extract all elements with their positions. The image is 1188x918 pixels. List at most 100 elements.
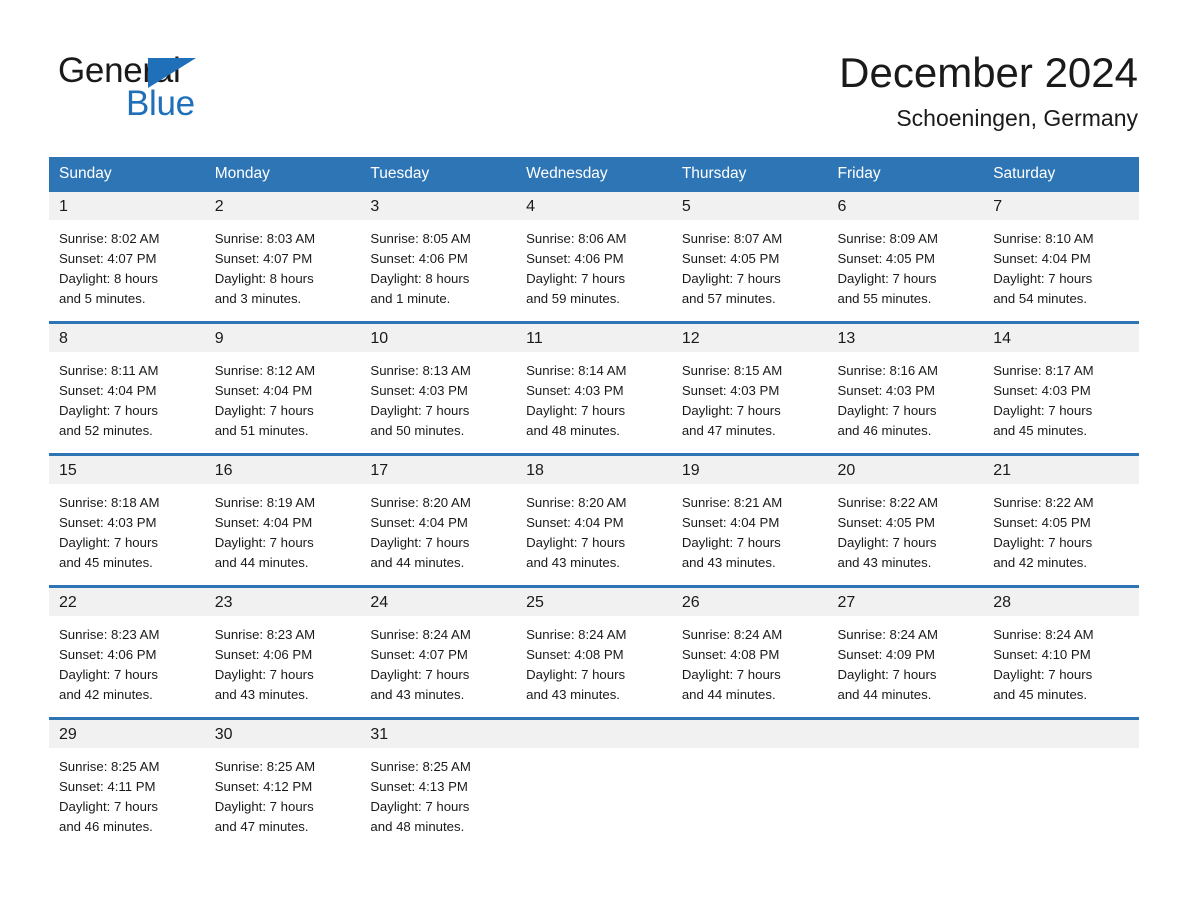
- calendar-day-cell: 6 Sunrise: 8:09 AM Sunset: 4:05 PM Daylight…: [827, 192, 984, 323]
- calendar-day-cell: 14 Sunrise: 8:17 AM Sunset: 4:03 PM Dayligh…: [983, 321, 1139, 455]
- daylight-duration-line1: Daylight: 7 hours: [214, 667, 314, 682]
- daylight-duration-line1: Daylight: 7 hours: [993, 403, 1093, 418]
- day-cell[interactable]: 7 Sunrise: 8:10 AM Sunset: 4:04 PM Daylight…: [983, 192, 1139, 321]
- calendar-day-cell: 5 Sunrise: 8:07 AM Sunset: 4:05 PM Daylight…: [671, 192, 828, 323]
- logo-text-blue: Blue: [126, 84, 195, 123]
- day-cell[interactable]: 18 Sunrise: 8:20 AM Sunset: 4:04 PM Dayligh…: [516, 456, 672, 585]
- day-details: Sunrise: 8:23 AM Sunset: 4:06 PM Daylight:…: [205, 616, 361, 705]
- daylight-duration-line2: and 48 minutes.: [370, 819, 465, 834]
- sunrise-time: Sunrise: 8:20 AM: [370, 495, 471, 510]
- day-cell[interactable]: 8 Sunrise: 8:11 AM Sunset: 4:04 PM Daylight…: [49, 324, 205, 453]
- day-cell[interactable]: 31 Sunrise: 8:25 AM Sunset: 4:13 PM Dayligh…: [360, 720, 517, 849]
- day-cell[interactable]: 19 Sunrise: 8:21 AM Sunset: 4:04 PM Dayligh…: [671, 456, 828, 585]
- day-details: Sunrise: 8:20 AM Sunset: 4:04 PM Daylight:…: [516, 484, 672, 573]
- day-cell[interactable]: 9 Sunrise: 8:12 AM Sunset: 4:04 PM Daylight…: [204, 324, 361, 453]
- day-number: [983, 720, 1139, 748]
- day-cell[interactable]: 13 Sunrise: 8:16 AM Sunset: 4:03 PM Dayligh…: [827, 324, 984, 453]
- daylight-duration-line1: Daylight: 7 hours: [59, 403, 158, 418]
- daylight-duration-line1: Daylight: 7 hours: [681, 271, 781, 286]
- day-number: 1: [49, 192, 205, 220]
- calendar-day-cell: 22 Sunrise: 8:23 AM Sunset: 4:06 PM Dayligh…: [49, 585, 205, 719]
- day-cell[interactable]: 26 Sunrise: 8:24 AM Sunset: 4:08 PM Dayligh…: [671, 588, 828, 717]
- calendar-page: General Blue December 2024 Schoeningen, …: [0, 0, 1188, 918]
- daylight-duration-line2: and 43 minutes.: [526, 555, 620, 570]
- day-cell[interactable]: 15 Sunrise: 8:18 AM Sunset: 4:03 PM Dayligh…: [49, 456, 205, 585]
- day-cell[interactable]: 10 Sunrise: 8:13 AM Sunset: 4:03 PM Dayligh…: [360, 324, 517, 453]
- day-cell[interactable]: 27 Sunrise: 8:24 AM Sunset: 4:09 PM Dayligh…: [827, 588, 984, 717]
- calendar-day-cell: 12 Sunrise: 8:15 AM Sunset: 4:03 PM Dayligh…: [671, 321, 828, 455]
- sunset-time: Sunset: 4:03 PM: [993, 383, 1091, 398]
- daylight-duration-line1: Daylight: 7 hours: [370, 799, 470, 814]
- calendar-day-cell: [671, 717, 828, 849]
- sunrise-time: Sunrise: 8:25 AM: [59, 759, 160, 774]
- daylight-duration-line2: and 57 minutes.: [681, 291, 776, 306]
- sunset-time: Sunset: 4:07 PM: [370, 647, 468, 662]
- daylight-duration-line2: and 45 minutes.: [59, 555, 153, 570]
- day-number: 15: [49, 456, 205, 484]
- sunrise-time: Sunrise: 8:22 AM: [837, 495, 938, 510]
- day-cell[interactable]: 6 Sunrise: 8:09 AM Sunset: 4:05 PM Daylight…: [827, 192, 984, 321]
- calendar-day-cell: 1 Sunrise: 8:02 AM Sunset: 4:07 PM Daylight…: [49, 192, 205, 323]
- day-cell[interactable]: 16 Sunrise: 8:19 AM Sunset: 4:04 PM Dayligh…: [204, 456, 361, 585]
- sunrise-time: Sunrise: 8:24 AM: [370, 627, 471, 642]
- day-number: 24: [360, 588, 517, 616]
- calendar-day-cell: 17 Sunrise: 8:20 AM Sunset: 4:04 PM Dayligh…: [360, 453, 517, 587]
- day-cell[interactable]: 21 Sunrise: 8:22 AM Sunset: 4:05 PM Dayligh…: [983, 456, 1139, 585]
- calendar-week-row: 8 Sunrise: 8:11 AM Sunset: 4:04 PM Daylight…: [49, 321, 1139, 455]
- day-details: Sunrise: 8:21 AM Sunset: 4:04 PM Daylight:…: [672, 484, 828, 573]
- day-cell[interactable]: 23 Sunrise: 8:23 AM Sunset: 4:06 PM Dayligh…: [204, 588, 361, 717]
- day-cell[interactable]: 25 Sunrise: 8:24 AM Sunset: 4:08 PM Dayligh…: [516, 588, 672, 717]
- day-cell[interactable]: 14 Sunrise: 8:17 AM Sunset: 4:03 PM Dayligh…: [983, 324, 1139, 453]
- day-number: 4: [516, 192, 672, 220]
- day-cell[interactable]: 29 Sunrise: 8:25 AM Sunset: 4:11 PM Dayligh…: [49, 720, 205, 849]
- day-number: 5: [671, 192, 828, 220]
- day-cell[interactable]: 4 Sunrise: 8:06 AM Sunset: 4:06 PM Daylight…: [516, 192, 672, 321]
- day-cell[interactable]: 1 Sunrise: 8:02 AM Sunset: 4:07 PM Daylight…: [49, 192, 205, 321]
- calendar-day-cell: 26 Sunrise: 8:24 AM Sunset: 4:08 PM Dayligh…: [671, 585, 828, 719]
- daylight-duration-line2: and 51 minutes.: [214, 423, 309, 438]
- daylight-duration-line2: and 43 minutes.: [837, 555, 932, 570]
- sunrise-time: Sunrise: 8:06 AM: [526, 231, 627, 246]
- day-cell[interactable]: 22 Sunrise: 8:23 AM Sunset: 4:06 PM Dayligh…: [49, 588, 205, 717]
- daylight-duration-line2: and 3 minutes.: [214, 291, 302, 306]
- calendar-day-cell: 21 Sunrise: 8:22 AM Sunset: 4:05 PM Dayligh…: [983, 453, 1139, 587]
- day-cell[interactable]: 11 Sunrise: 8:14 AM Sunset: 4:03 PM Dayligh…: [516, 324, 672, 453]
- day-cell[interactable]: 5 Sunrise: 8:07 AM Sunset: 4:05 PM Daylight…: [671, 192, 828, 321]
- sunrise-time: Sunrise: 8:23 AM: [59, 627, 160, 642]
- sunrise-time: Sunrise: 8:24 AM: [837, 627, 938, 642]
- day-cell[interactable]: 3 Sunrise: 8:05 AM Sunset: 4:06 PM Daylight…: [360, 192, 517, 321]
- daylight-duration-line2: and 46 minutes.: [59, 819, 153, 834]
- day-cell[interactable]: 17 Sunrise: 8:20 AM Sunset: 4:04 PM Dayligh…: [360, 456, 517, 585]
- daylight-duration-line1: Daylight: 7 hours: [214, 799, 314, 814]
- day-details: Sunrise: 8:09 AM Sunset: 4:05 PM Daylight:…: [828, 220, 984, 309]
- day-cell[interactable]: 24 Sunrise: 8:24 AM Sunset: 4:07 PM Dayligh…: [360, 588, 517, 717]
- day-details: Sunrise: 8:20 AM Sunset: 4:04 PM Daylight:…: [360, 484, 516, 573]
- daylight-duration-line2: and 59 minutes.: [526, 291, 620, 306]
- page-header: General Blue December 2024 Schoeningen, …: [0, 0, 1188, 155]
- sunset-time: Sunset: 4:04 PM: [214, 383, 313, 398]
- day-number: [671, 720, 828, 748]
- day-cell[interactable]: 2 Sunrise: 8:03 AM Sunset: 4:07 PM Daylight…: [204, 192, 361, 321]
- sunset-time: Sunset: 4:03 PM: [837, 383, 936, 398]
- day-details: Sunrise: 8:03 AM Sunset: 4:07 PM Daylight:…: [205, 220, 361, 309]
- calendar-day-cell: [516, 717, 672, 849]
- daylight-duration-line1: Daylight: 7 hours: [681, 535, 781, 550]
- sunrise-time: Sunrise: 8:24 AM: [526, 627, 627, 642]
- calendar-header-row: Sunday Monday Tuesday Wednesday Thursday Frid…: [49, 157, 1139, 192]
- daylight-duration-line1: Daylight: 7 hours: [214, 403, 314, 418]
- day-cell[interactable]: 28 Sunrise: 8:24 AM Sunset: 4:10 PM Dayligh…: [983, 588, 1139, 717]
- day-cell[interactable]: 20 Sunrise: 8:22 AM Sunset: 4:05 PM Dayligh…: [827, 456, 984, 585]
- day-number: 8: [49, 324, 205, 352]
- calendar-day-cell: 2 Sunrise: 8:03 AM Sunset: 4:07 PM Daylight…: [204, 192, 361, 323]
- calendar-grid: Sunday Monday Tuesday Wednesday Thursday Frid…: [49, 157, 1139, 849]
- sunrise-time: Sunrise: 8:05 AM: [370, 231, 471, 246]
- weekday-header-friday: Friday: [827, 157, 984, 192]
- day-cell[interactable]: 30 Sunrise: 8:25 AM Sunset: 4:12 PM Dayligh…: [204, 720, 361, 849]
- day-details: Sunrise: 8:22 AM Sunset: 4:05 PM Daylight:…: [983, 484, 1139, 573]
- day-cell[interactable]: 12 Sunrise: 8:15 AM Sunset: 4:03 PM Dayligh…: [671, 324, 828, 453]
- daylight-duration-line2: and 54 minutes.: [993, 291, 1088, 306]
- day-number: 11: [516, 324, 672, 352]
- day-number: 30: [204, 720, 361, 748]
- day-details: Sunrise: 8:24 AM Sunset: 4:10 PM Daylight:…: [983, 616, 1139, 705]
- day-number: [516, 720, 672, 748]
